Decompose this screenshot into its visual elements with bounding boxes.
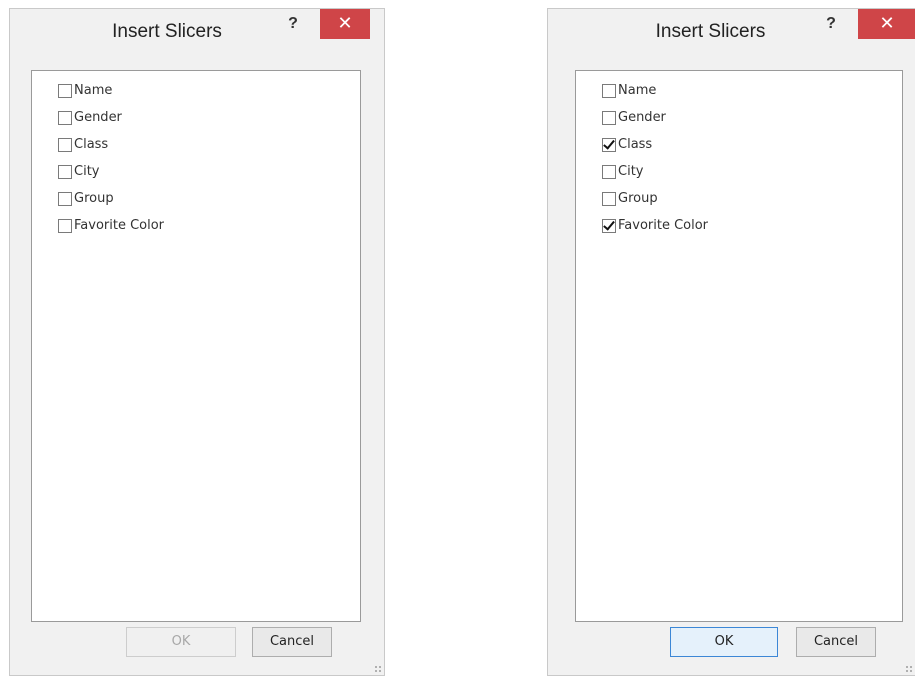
cancel-button[interactable]: Cancel bbox=[252, 627, 332, 657]
checkbox-icon[interactable] bbox=[58, 110, 72, 125]
checkbox-icon[interactable] bbox=[58, 164, 72, 179]
ok-button[interactable]: OK bbox=[670, 627, 778, 657]
help-button[interactable]: ? bbox=[282, 13, 304, 35]
field-item-group[interactable]: Group bbox=[602, 185, 708, 212]
field-item-favorite-color[interactable]: Favorite Color bbox=[602, 212, 708, 239]
field-item-group[interactable]: Group bbox=[58, 185, 164, 212]
checkbox-icon[interactable] bbox=[602, 110, 616, 125]
field-item-class[interactable]: Class bbox=[602, 131, 708, 158]
cancel-button[interactable]: Cancel bbox=[796, 627, 876, 657]
close-button[interactable]: ✕ bbox=[858, 9, 915, 39]
checkmark-icon[interactable] bbox=[602, 137, 616, 152]
ok-button[interactable]: OK bbox=[126, 627, 236, 657]
resize-grip-icon[interactable] bbox=[374, 665, 382, 673]
field-item-class[interactable]: Class bbox=[58, 131, 164, 158]
checkbox-icon[interactable] bbox=[602, 164, 616, 179]
field-item-name[interactable]: Name bbox=[602, 77, 708, 104]
field-label: Class bbox=[74, 137, 109, 152]
field-label: Class bbox=[618, 137, 653, 152]
checkbox-icon[interactable] bbox=[602, 83, 616, 98]
field-list[interactable]: Name Gender Class City Group Favorite Co… bbox=[31, 70, 361, 622]
checkbox-icon[interactable] bbox=[58, 137, 72, 152]
question-mark-icon: ? bbox=[288, 15, 298, 32]
field-label: Favorite Color bbox=[74, 218, 165, 233]
field-label: Favorite Color bbox=[618, 218, 709, 233]
insert-slicers-dialog-selected: Insert Slicers ? ✕ Name Gender Class Cit… bbox=[547, 8, 915, 676]
help-button[interactable]: ? bbox=[820, 13, 842, 35]
checkmark-icon[interactable] bbox=[602, 218, 616, 233]
checkbox-icon[interactable] bbox=[58, 218, 72, 233]
field-list[interactable]: Name Gender Class City Group Favorite Co… bbox=[575, 70, 903, 622]
field-label: Group bbox=[74, 191, 114, 206]
field-item-gender[interactable]: Gender bbox=[58, 104, 164, 131]
field-label: Name bbox=[74, 83, 113, 98]
question-mark-icon: ? bbox=[826, 15, 836, 32]
checkbox-icon[interactable] bbox=[58, 83, 72, 98]
title-bar[interactable]: Insert Slicers ? ✕ bbox=[548, 9, 915, 59]
field-item-city[interactable]: City bbox=[58, 158, 164, 185]
field-label: City bbox=[618, 164, 644, 179]
close-icon: ✕ bbox=[879, 13, 895, 33]
insert-slicers-dialog-empty: Insert Slicers ? ✕ Name Gender Class Cit… bbox=[9, 8, 385, 676]
field-item-name[interactable]: Name bbox=[58, 77, 164, 104]
field-label: Name bbox=[618, 83, 657, 98]
resize-grip-icon[interactable] bbox=[905, 665, 913, 673]
close-icon: ✕ bbox=[337, 13, 353, 33]
checkbox-icon[interactable] bbox=[602, 191, 616, 206]
title-bar[interactable]: Insert Slicers ? ✕ bbox=[10, 9, 384, 59]
checkbox-icon[interactable] bbox=[58, 191, 72, 206]
close-button[interactable]: ✕ bbox=[320, 9, 370, 39]
field-label: Group bbox=[618, 191, 658, 206]
field-item-favorite-color[interactable]: Favorite Color bbox=[58, 212, 164, 239]
field-label: Gender bbox=[74, 110, 122, 125]
field-label: Gender bbox=[618, 110, 666, 125]
field-label: City bbox=[74, 164, 100, 179]
field-item-city[interactable]: City bbox=[602, 158, 708, 185]
field-item-gender[interactable]: Gender bbox=[602, 104, 708, 131]
